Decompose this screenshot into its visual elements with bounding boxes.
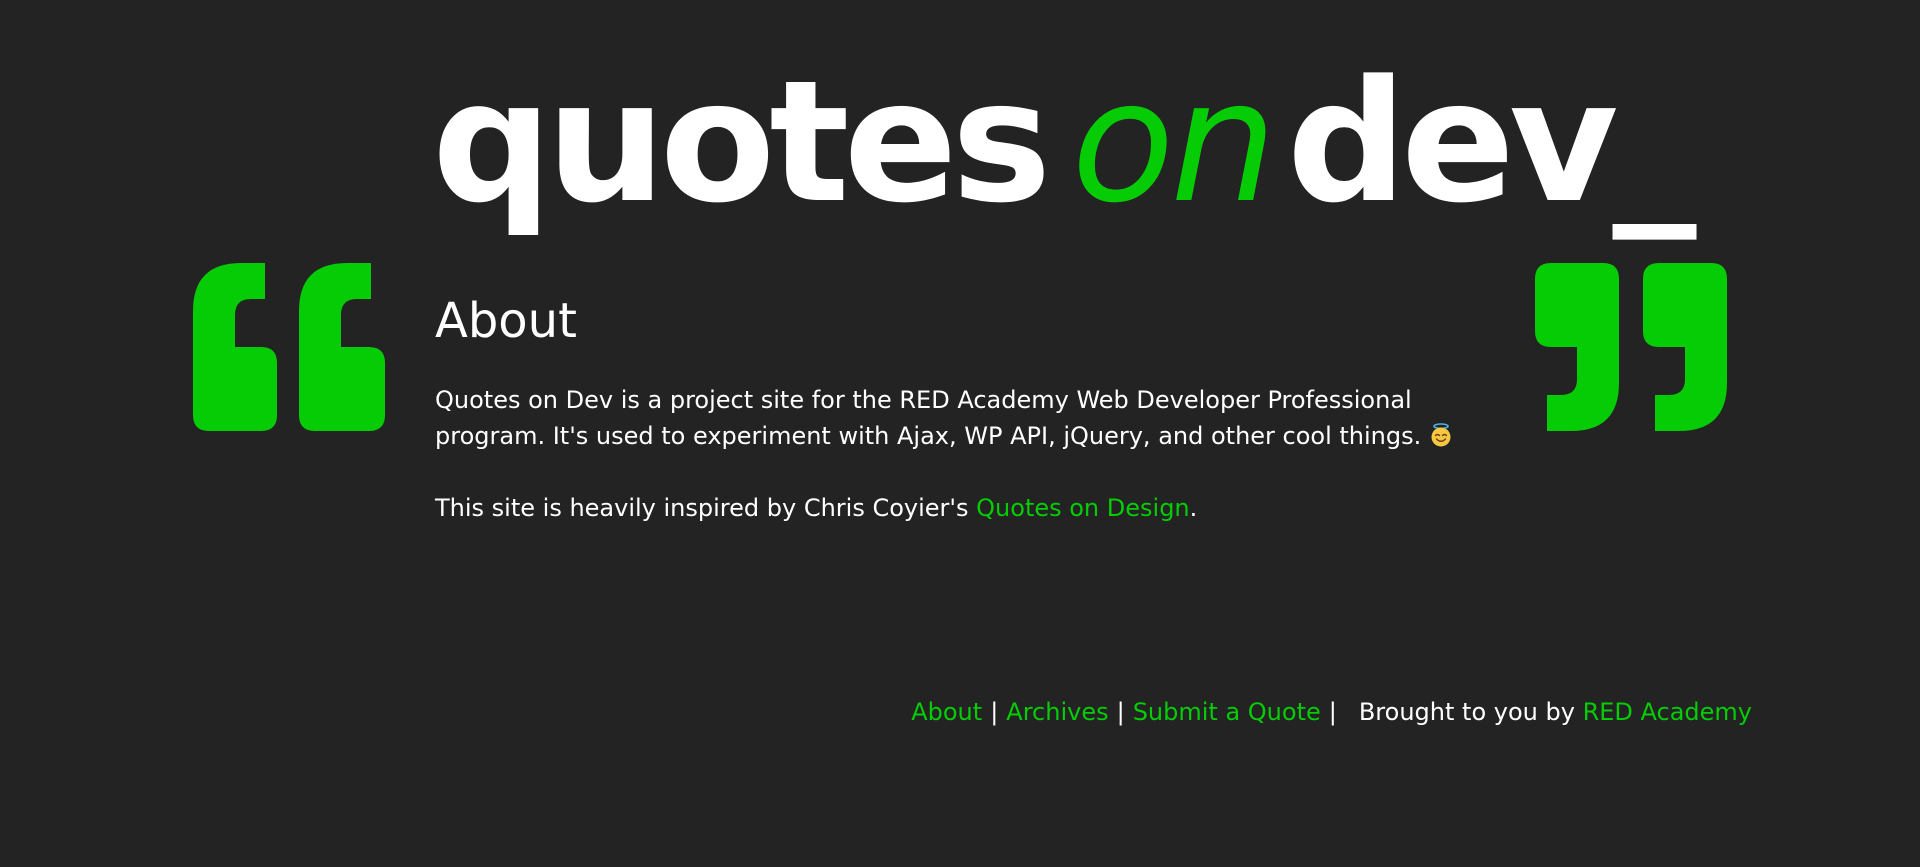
footer-link-submit-quote[interactable]: Submit a Quote: [1133, 698, 1321, 726]
quotes-on-design-link[interactable]: Quotes on Design: [976, 494, 1189, 522]
smiling-face-with-halo-icon: [1431, 423, 1451, 447]
footer-link-archives[interactable]: Archives: [1006, 698, 1108, 726]
site-footer: About | Archives | Submit a Quote | Brought to…: [911, 694, 1752, 730]
inspiration-text: This site is heavily inspired by Chris C…: [435, 494, 969, 522]
footer-separator: |: [1116, 698, 1125, 726]
site-logo[interactable]: quotes ondev_: [432, 58, 1697, 226]
intro-text: Quotes on Dev is a project site for the …: [435, 386, 1422, 450]
inspiration-suffix: .: [1189, 494, 1198, 522]
logo-word-quotes: quotes: [432, 44, 1052, 240]
logo-word-on: on: [1071, 44, 1277, 240]
footer-credit-text: Brought to you by: [1358, 698, 1575, 726]
footer-separator: |: [990, 698, 999, 726]
page: quotes ondev_ About Quotes on Dev is a pr…: [0, 0, 1920, 867]
red-academy-link[interactable]: RED Academy: [1583, 698, 1752, 726]
page-title: About: [435, 293, 577, 349]
intro-paragraph: Quotes on Dev is a project site for the …: [435, 382, 1475, 454]
open-quote-icon: [193, 263, 385, 431]
main-content: About Quotes on Dev is a project site fo…: [435, 290, 1475, 526]
footer-separator: |: [1328, 698, 1337, 726]
logo-word-dev: dev_: [1286, 44, 1697, 240]
footer-link-about[interactable]: About: [911, 698, 982, 726]
close-quote-icon: [1535, 263, 1727, 431]
inspiration-paragraph: This site is heavily inspired by Chris C…: [435, 490, 1475, 526]
